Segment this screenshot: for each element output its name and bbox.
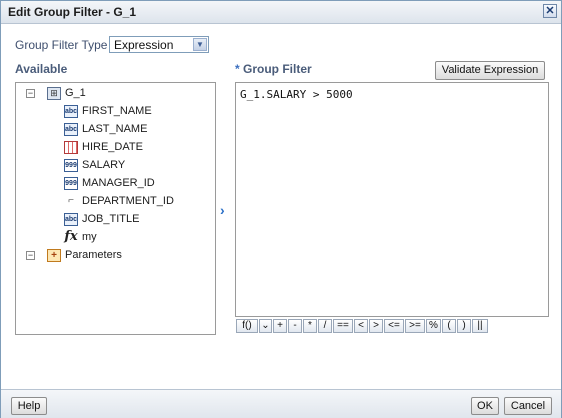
chevron-down-icon[interactable]: ▼ <box>193 38 207 51</box>
group-filter-heading: * Group Filter <box>235 62 312 76</box>
equals-operator-button[interactable]: == <box>333 319 353 333</box>
greater-equal-operator-button[interactable]: >= <box>405 319 425 333</box>
close-paren-operator-button[interactable]: ) <box>457 319 471 333</box>
cancel-button[interactable]: Cancel <box>504 397 552 415</box>
less-equal-operator-button[interactable]: <= <box>384 319 404 333</box>
text-type-icon: abc <box>64 212 78 226</box>
link-icon: ⌐ <box>68 194 74 206</box>
required-marker: * <box>235 62 240 76</box>
group-filter-heading-text: Group Filter <box>243 62 312 76</box>
field-label: MANAGER_ID <box>82 177 155 189</box>
plus-operator-button[interactable]: + <box>273 319 287 333</box>
ok-button[interactable]: OK <box>471 397 499 415</box>
group-filter-type-value: Expression <box>114 38 174 52</box>
group-filter-type-label: Group Filter Type <box>15 38 108 52</box>
field-label: LAST_NAME <box>82 123 148 135</box>
concat-operator-button[interactable]: || <box>472 319 488 333</box>
group-filter-type-select[interactable]: Expression ▼ <box>109 36 209 53</box>
tree-field-first-name[interactable]: abc FIRST_NAME <box>64 103 152 119</box>
tree-field-hire-date[interactable]: HIRE_DATE <box>64 139 143 155</box>
dialog-title: Edit Group Filter - G_1 <box>8 5 137 19</box>
collapse-icon[interactable]: − <box>26 251 35 260</box>
tree-node-label: G_1 <box>65 87 86 99</box>
move-right-icon[interactable]: › <box>220 202 225 218</box>
tree-field-salary[interactable]: 999 SALARY <box>64 157 125 173</box>
divide-operator-button[interactable]: / <box>318 319 332 333</box>
number-type-icon: 999 <box>64 158 78 172</box>
field-label: FIRST_NAME <box>82 105 152 117</box>
minus-operator-button[interactable]: - <box>288 319 302 333</box>
calendar-icon <box>64 140 78 154</box>
tree-field-department-id[interactable]: ⌐ DEPARTMENT_ID <box>64 193 174 209</box>
parameters-icon: + <box>47 248 61 262</box>
operator-toolbar: f() ⌄ + - * / == < > <= >= % ( ) || <box>236 319 489 333</box>
tree-field-manager-id[interactable]: 999 MANAGER_ID <box>64 175 155 191</box>
tree-node-label: Parameters <box>65 249 122 261</box>
multiply-operator-button[interactable]: * <box>303 319 317 333</box>
title-bar: Edit Group Filter - G_1 ✕ <box>1 1 561 24</box>
function-icon: fx <box>64 228 78 244</box>
tree-node-g1[interactable]: ⊞ G_1 <box>47 85 86 101</box>
text-type-icon: abc <box>64 122 78 136</box>
tree-field-job-title[interactable]: abc JOB_TITLE <box>64 211 139 227</box>
field-label: my <box>82 231 97 243</box>
modulo-operator-button[interactable]: % <box>426 319 441 333</box>
text-type-icon: abc <box>64 104 78 118</box>
greater-than-operator-button[interactable]: > <box>369 319 383 333</box>
validate-expression-button[interactable]: Validate Expression <box>435 61 545 80</box>
field-label: HIRE_DATE <box>82 141 143 153</box>
number-type-icon: 999 <box>64 176 78 190</box>
field-label: DEPARTMENT_ID <box>82 195 174 207</box>
help-button[interactable]: Help <box>11 397 47 415</box>
dialog-footer: Help OK Cancel <box>1 389 561 418</box>
field-label: JOB_TITLE <box>82 213 140 225</box>
available-heading: Available <box>15 62 68 76</box>
function-operator-button[interactable]: f() <box>236 319 258 333</box>
tree-node-parameters[interactable]: + Parameters <box>47 247 122 263</box>
group-icon: ⊞ <box>47 86 61 100</box>
less-than-operator-button[interactable]: < <box>354 319 368 333</box>
field-label: SALARY <box>82 159 126 171</box>
expression-editor[interactable]: G_1.SALARY > 5000 <box>235 82 549 317</box>
tree-field-my[interactable]: fx my <box>64 228 97 245</box>
open-paren-operator-button[interactable]: ( <box>442 319 456 333</box>
collapse-icon[interactable]: − <box>26 89 35 98</box>
close-icon[interactable]: ✕ <box>543 4 557 18</box>
available-tree[interactable]: − ⊞ G_1 abc FIRST_NAME abc LAST_NAME HIRE_D… <box>15 82 216 335</box>
function-dropdown-button[interactable]: ⌄ <box>259 319 272 333</box>
edit-group-filter-dialog: Edit Group Filter - G_1 ✕ Group Filter T… <box>0 0 562 418</box>
tree-field-last-name[interactable]: abc LAST_NAME <box>64 121 147 137</box>
